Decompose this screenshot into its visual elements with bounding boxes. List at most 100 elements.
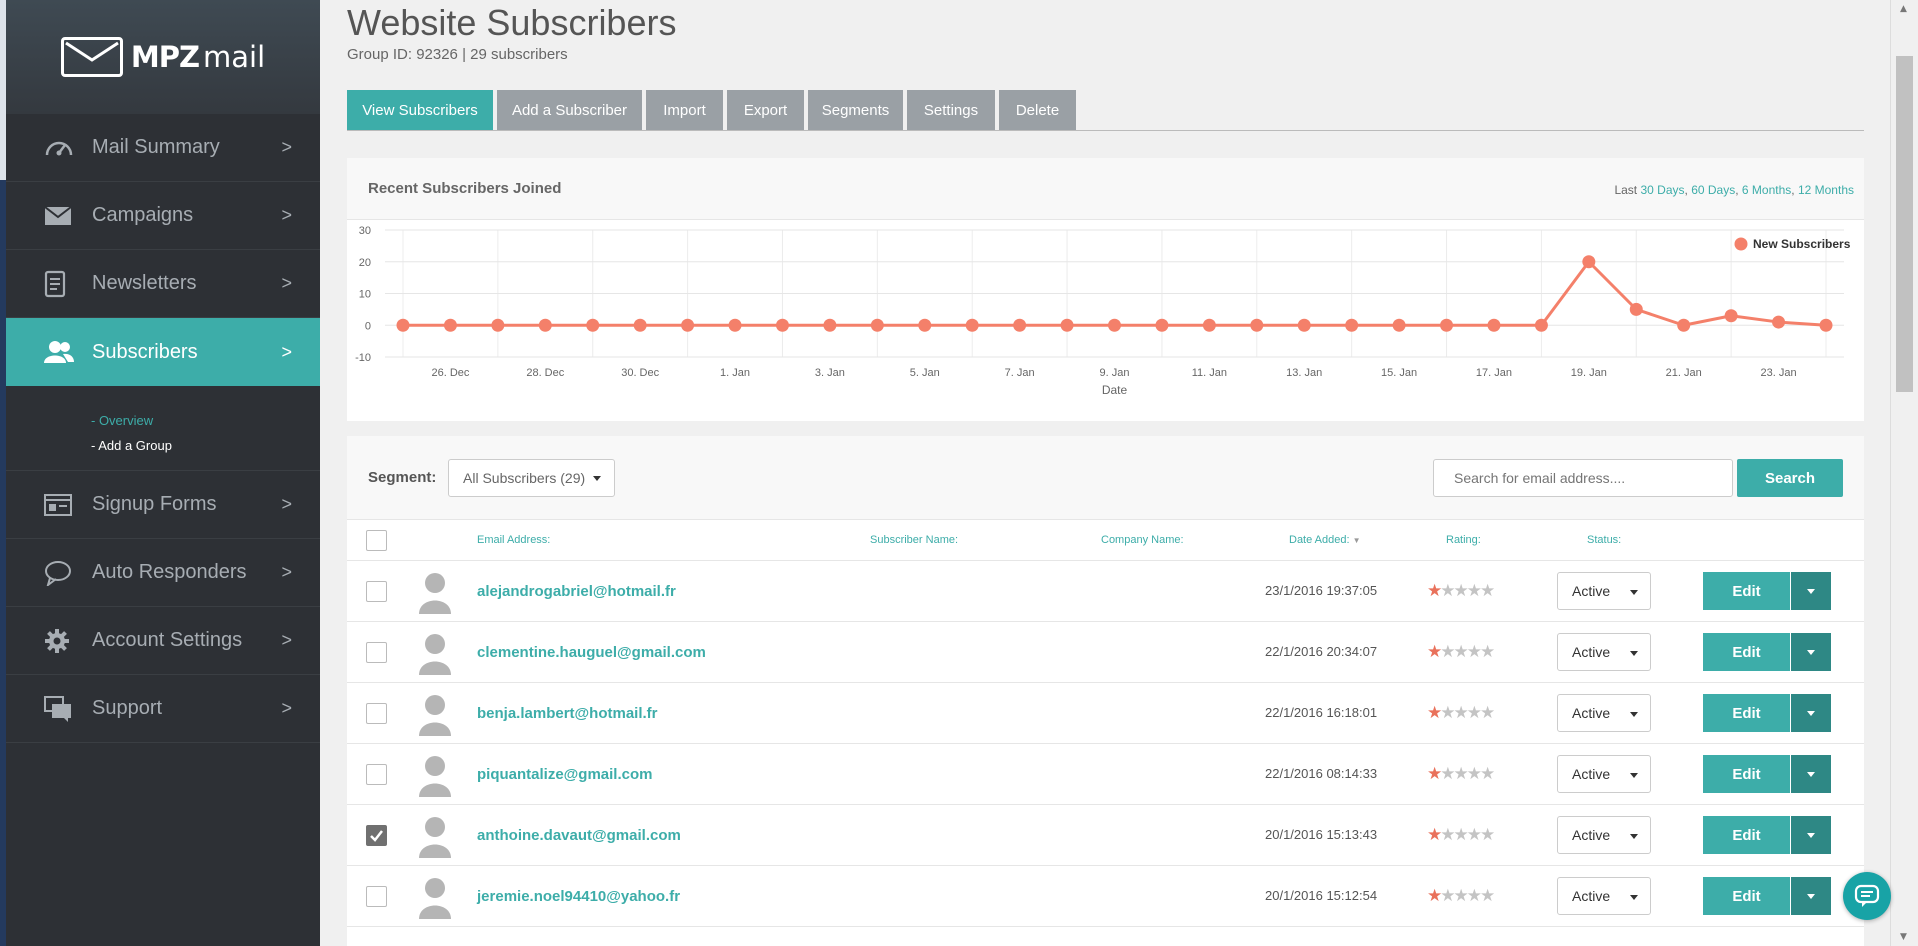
edit-button[interactable]: Edit xyxy=(1703,694,1790,732)
col-company-name[interactable]: Company Name: xyxy=(1101,534,1184,546)
edit-dropdown-button[interactable] xyxy=(1791,877,1831,915)
range-link-60-days[interactable]: 60 Days xyxy=(1691,183,1735,197)
edit-dropdown-button[interactable] xyxy=(1791,755,1831,793)
edit-dropdown-button[interactable] xyxy=(1791,572,1831,610)
star-icon[interactable]: ★ xyxy=(1427,581,1442,601)
tab-add-a-subscriber[interactable]: Add a Subscriber xyxy=(497,90,642,130)
tab-delete[interactable]: Delete xyxy=(999,90,1076,130)
sidebar-item-support[interactable]: Support > xyxy=(6,675,320,743)
subscriber-email[interactable]: piquantalize@gmail.com xyxy=(477,766,653,783)
star-icon[interactable]: ★ xyxy=(1427,642,1442,662)
col-subscriber-name[interactable]: Subscriber Name: xyxy=(870,534,958,546)
sidebar-item-mail-summary[interactable]: Mail Summary > xyxy=(6,114,320,182)
star-icon[interactable]: ★ xyxy=(1454,886,1469,906)
star-icon[interactable]: ★ xyxy=(1480,703,1495,723)
star-icon[interactable]: ★ xyxy=(1480,581,1495,601)
search-input[interactable] xyxy=(1433,459,1733,497)
col-email[interactable]: Email Address: xyxy=(477,534,550,546)
col-rating[interactable]: Rating: xyxy=(1446,534,1481,546)
star-icon[interactable]: ★ xyxy=(1480,764,1495,784)
star-icon[interactable]: ★ xyxy=(1480,642,1495,662)
star-icon[interactable]: ★ xyxy=(1467,642,1482,662)
edit-dropdown-button[interactable] xyxy=(1791,694,1831,732)
range-link-12-months[interactable]: 12 Months xyxy=(1798,183,1854,197)
tab-segments[interactable]: Segments xyxy=(808,90,903,130)
star-icon[interactable]: ★ xyxy=(1454,825,1469,845)
subscriber-email[interactable]: benja.lambert@hotmail.fr xyxy=(477,705,658,722)
logo[interactable]: MPZ mail xyxy=(6,0,320,114)
star-icon[interactable]: ★ xyxy=(1427,764,1442,784)
star-icon[interactable]: ★ xyxy=(1467,825,1482,845)
subscriber-email[interactable]: anthoine.davaut@gmail.com xyxy=(477,827,681,844)
edit-button[interactable]: Edit xyxy=(1703,877,1790,915)
star-icon[interactable]: ★ xyxy=(1467,703,1482,723)
edit-dropdown-button[interactable] xyxy=(1791,816,1831,854)
scroll-up-icon[interactable]: ▲ xyxy=(1900,4,1907,14)
subnav-add-group[interactable]: - Add a Group xyxy=(91,433,320,458)
scroll-thumb[interactable] xyxy=(1896,56,1913,392)
edit-dropdown-button[interactable] xyxy=(1791,633,1831,671)
sidebar-item-auto-responders[interactable]: Auto Responders > xyxy=(6,539,320,607)
status-select[interactable]: Active xyxy=(1557,755,1651,793)
segment-select[interactable]: All Subscribers (29) xyxy=(448,459,615,497)
rating-stars[interactable]: ★★★★★ xyxy=(1427,825,1495,845)
sidebar-item-account-settings[interactable]: Account Settings > xyxy=(6,607,320,675)
search-button[interactable]: Search xyxy=(1737,459,1843,497)
edit-button[interactable]: Edit xyxy=(1703,633,1790,671)
rating-stars[interactable]: ★★★★★ xyxy=(1427,642,1495,662)
sidebar-item-subscribers[interactable]: Subscribers > xyxy=(6,318,320,386)
star-icon[interactable]: ★ xyxy=(1440,642,1455,662)
sidebar-item-newsletters[interactable]: Newsletters > xyxy=(6,250,320,318)
rating-stars[interactable]: ★★★★★ xyxy=(1427,703,1495,723)
row-checkbox[interactable] xyxy=(366,642,387,663)
star-icon[interactable]: ★ xyxy=(1467,764,1482,784)
row-checkbox[interactable] xyxy=(366,581,387,602)
tab-settings[interactable]: Settings xyxy=(907,90,995,130)
sidebar-item-signup-forms[interactable]: Signup Forms > xyxy=(6,471,320,539)
star-icon[interactable]: ★ xyxy=(1467,886,1482,906)
subnav-overview[interactable]: - Overview xyxy=(91,408,320,433)
subscriber-email[interactable]: jeremie.noel94410@yahoo.fr xyxy=(477,888,680,905)
tab-view-subscribers[interactable]: View Subscribers xyxy=(347,90,493,130)
edit-button[interactable]: Edit xyxy=(1703,755,1790,793)
subscriber-email[interactable]: alejandrogabriel@hotmail.fr xyxy=(477,583,676,600)
chat-widget-button[interactable] xyxy=(1843,872,1891,920)
star-icon[interactable]: ★ xyxy=(1480,825,1495,845)
range-link-6-months[interactable]: 6 Months xyxy=(1742,183,1791,197)
edit-button[interactable]: Edit xyxy=(1703,816,1790,854)
status-select[interactable]: Active xyxy=(1557,633,1651,671)
star-icon[interactable]: ★ xyxy=(1440,581,1455,601)
rating-stars[interactable]: ★★★★★ xyxy=(1427,886,1495,906)
row-checkbox[interactable] xyxy=(366,886,387,907)
star-icon[interactable]: ★ xyxy=(1440,703,1455,723)
status-select[interactable]: Active xyxy=(1557,694,1651,732)
star-icon[interactable]: ★ xyxy=(1467,581,1482,601)
sidebar-item-campaigns[interactable]: Campaigns > xyxy=(6,182,320,250)
star-icon[interactable]: ★ xyxy=(1454,642,1469,662)
star-icon[interactable]: ★ xyxy=(1454,581,1469,601)
star-icon[interactable]: ★ xyxy=(1480,886,1495,906)
tab-import[interactable]: Import xyxy=(646,90,723,130)
edit-button[interactable]: Edit xyxy=(1703,572,1790,610)
tab-export[interactable]: Export xyxy=(727,90,804,130)
star-icon[interactable]: ★ xyxy=(1427,886,1442,906)
status-select[interactable]: Active xyxy=(1557,877,1651,915)
status-select[interactable]: Active xyxy=(1557,572,1651,610)
star-icon[interactable]: ★ xyxy=(1440,764,1455,784)
col-date-added[interactable]: Date Added: ▼ xyxy=(1289,534,1361,546)
status-select[interactable]: Active xyxy=(1557,816,1651,854)
select-all-checkbox[interactable] xyxy=(366,530,387,551)
star-icon[interactable]: ★ xyxy=(1427,703,1442,723)
col-status[interactable]: Status: xyxy=(1587,534,1621,546)
star-icon[interactable]: ★ xyxy=(1440,825,1455,845)
row-checkbox[interactable] xyxy=(366,703,387,724)
scroll-down-icon[interactable]: ▼ xyxy=(1900,932,1907,942)
star-icon[interactable]: ★ xyxy=(1440,886,1455,906)
subscriber-email[interactable]: clementine.hauguel@gmail.com xyxy=(477,644,706,661)
star-icon[interactable]: ★ xyxy=(1454,703,1469,723)
rating-stars[interactable]: ★★★★★ xyxy=(1427,764,1495,784)
range-link-30-days[interactable]: 30 Days xyxy=(1640,183,1684,197)
row-checkbox[interactable] xyxy=(366,825,387,846)
scrollbar[interactable]: ▲ ▼ xyxy=(1890,0,1918,946)
rating-stars[interactable]: ★★★★★ xyxy=(1427,581,1495,601)
